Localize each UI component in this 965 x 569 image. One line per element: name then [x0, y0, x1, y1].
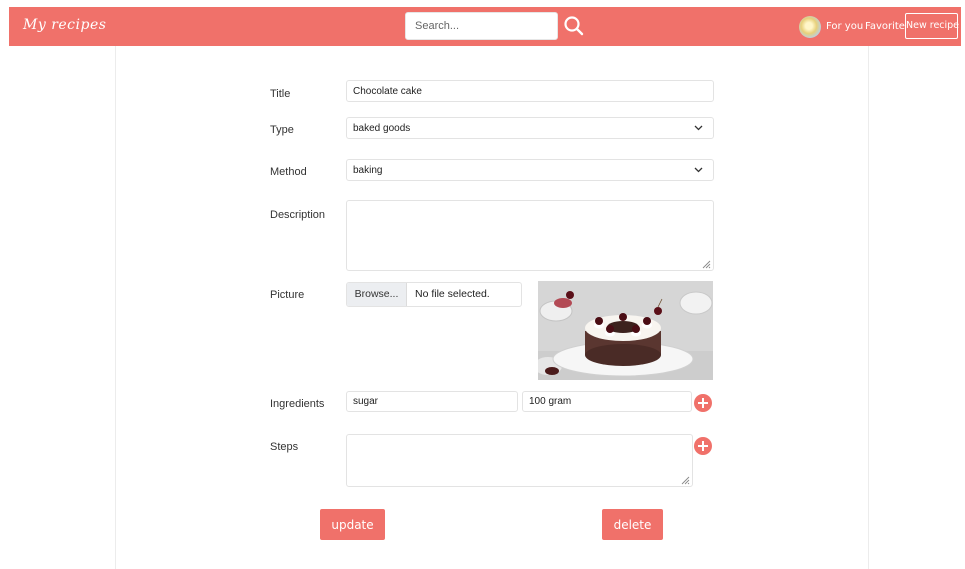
steps-label: Steps [270, 441, 299, 453]
search-input[interactable] [405, 12, 558, 40]
ingredient-amount-input[interactable] [522, 391, 692, 412]
content-divider-right [868, 46, 869, 569]
nav-for-you-link[interactable]: For you [826, 21, 863, 32]
title-label: Title [270, 88, 291, 100]
file-input[interactable]: Browse... No file selected. [346, 282, 522, 307]
browse-button[interactable]: Browse... [347, 283, 407, 306]
resize-handle-icon[interactable] [681, 475, 690, 485]
delete-button[interactable]: delete [602, 509, 663, 540]
chevron-down-icon [694, 123, 703, 133]
top-navbar: My recipes For you Favorite New recipe [9, 7, 961, 46]
resize-handle-icon[interactable] [702, 259, 711, 269]
recipe-photo [538, 281, 713, 380]
new-recipe-button[interactable]: New recipe [905, 13, 959, 39]
chevron-down-icon [694, 165, 703, 175]
description-textarea[interactable] [346, 200, 714, 271]
description-label: Description [270, 209, 326, 221]
steps-textarea[interactable] [346, 434, 693, 487]
method-select[interactable]: baking [346, 159, 714, 181]
type-label: Type [270, 124, 294, 136]
method-select-value: baking [353, 164, 383, 176]
search-icon[interactable] [563, 15, 585, 37]
title-input[interactable] [346, 80, 714, 102]
ingredients-label: Ingredients [270, 398, 325, 410]
ingredient-name-input[interactable] [346, 391, 518, 412]
content-divider-left [115, 46, 116, 569]
add-step-button[interactable] [694, 437, 712, 455]
file-status: No file selected. [415, 288, 490, 300]
brand-logo[interactable]: My recipes [23, 17, 106, 33]
add-ingredient-button[interactable] [694, 394, 712, 412]
update-button[interactable]: update [320, 509, 385, 540]
method-label: Method [270, 166, 307, 178]
picture-label: Picture [270, 289, 305, 301]
type-select[interactable]: baked goods [346, 117, 714, 139]
nav-favorite-link[interactable]: Favorite [865, 21, 905, 32]
avatar[interactable] [799, 16, 821, 38]
type-select-value: baked goods [353, 122, 411, 134]
